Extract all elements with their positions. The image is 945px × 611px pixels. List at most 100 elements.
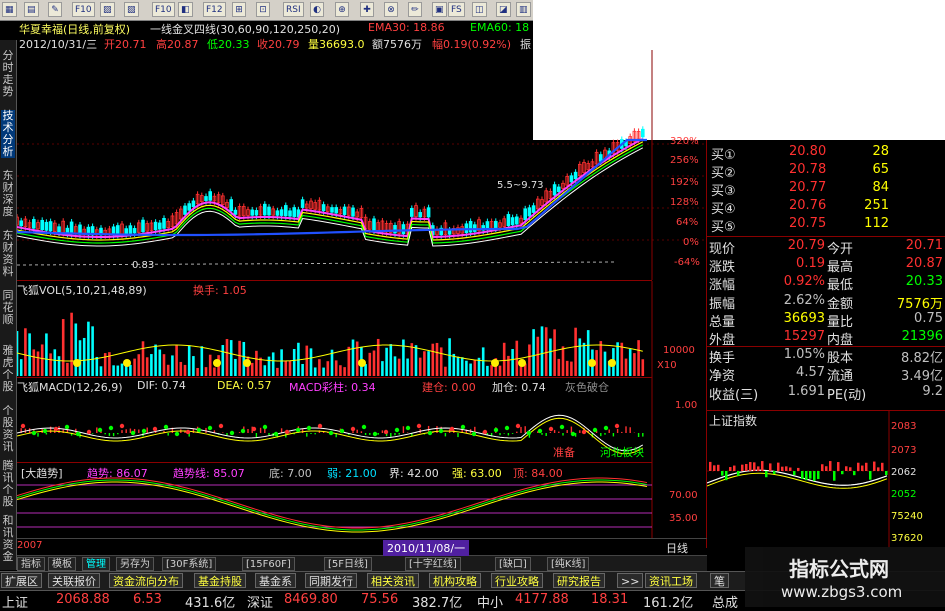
index-bar: [781, 466, 784, 471]
bid-row[interactable]: 买⑤ 20.75 112: [707, 216, 945, 235]
tab-5f-daily[interactable]: [5F日线]: [324, 557, 372, 571]
volume-bar: [74, 323, 78, 376]
menu-related-news[interactable]: 相关资讯: [367, 573, 419, 588]
menu-pen[interactable]: 笔: [710, 573, 729, 588]
volume-bar: [150, 354, 153, 376]
toolbar-button-2[interactable]: ▤: [24, 2, 39, 17]
side-tab-hexun[interactable]: 和讯资金: [1, 515, 15, 563]
menu-more[interactable]: >>: [617, 573, 644, 588]
candle-body: [124, 228, 129, 235]
menu-research[interactable]: 研究报告: [553, 573, 605, 588]
tab-cross-line[interactable]: [十字红线]: [405, 557, 461, 571]
toolbar-button-6[interactable]: ▧: [124, 2, 139, 17]
volume-bar: [549, 338, 552, 376]
candle-body: [116, 225, 120, 235]
watermark-title: 指标公式网: [789, 557, 889, 581]
candle-body: [342, 206, 347, 215]
volume-bar: [603, 351, 607, 376]
tab-gap[interactable]: [缺口]: [495, 557, 531, 571]
macd-dot: [108, 425, 114, 431]
index-mini-panel[interactable]: 上证指数 2083 2073 2062 2052 75240 37620: [706, 410, 945, 548]
menu-fund-holdings[interactable]: 基金持股: [194, 573, 246, 588]
toolbar-button-22[interactable]: ▥: [516, 2, 531, 17]
tab-template[interactable]: 模板: [48, 557, 76, 571]
toolbar-button-1[interactable]: ▦: [2, 2, 17, 17]
toolbar-rsi-button[interactable]: RSI: [283, 2, 304, 17]
index-bar: [789, 467, 792, 471]
volume-bar: [179, 361, 183, 376]
toolbar-button-3[interactable]: ✎: [48, 2, 62, 17]
toolbar-button-21[interactable]: ◪: [496, 2, 511, 17]
candle-body: [557, 186, 561, 193]
menu-industry[interactable]: 行业攻略: [491, 573, 543, 588]
toolbar-f12-button[interactable]: F12: [203, 2, 226, 17]
toolbar-pen-icon[interactable]: ✏: [408, 2, 422, 17]
quote-value-1: 4.57: [796, 365, 825, 381]
side-tab-profile[interactable]: 东财资料: [1, 230, 15, 278]
trend-line: [17, 477, 648, 529]
volume-bar: [465, 360, 468, 376]
tab-15f60f[interactable]: [15F60F]: [242, 557, 295, 571]
menu-extension[interactable]: 扩展区: [1, 573, 42, 588]
tab-manage[interactable]: 管理: [82, 557, 110, 571]
macd-dot: [251, 426, 257, 432]
volume-bar: [414, 345, 418, 376]
toolbar-button-11[interactable]: ⊡: [256, 2, 270, 17]
candle-body: [641, 128, 645, 138]
toolbar-f10-button[interactable]: F10: [72, 2, 95, 17]
tab-pure-k[interactable]: [纯K线]: [547, 557, 590, 571]
mini-axis-4: 75240: [891, 511, 923, 522]
toolbar-button-15[interactable]: ✚: [360, 2, 374, 17]
side-tab-technical[interactable]: 技术分析: [1, 110, 15, 158]
candle-body: [44, 221, 49, 231]
period-label[interactable]: 日线: [666, 540, 688, 556]
watermark-url: www.zbgs3.com: [781, 583, 903, 601]
trend-panel[interactable]: [大趋势] 趋势: 86.07 趋势线: 85.07 底: 7.00 弱: 21…: [17, 462, 653, 539]
macd-dot: [229, 430, 235, 436]
menu-related-quotes[interactable]: 关联报价: [48, 573, 100, 588]
volume-bar: [561, 346, 565, 376]
bid-row[interactable]: 买④ 20.76 251: [707, 198, 945, 217]
toolbar-f10-button-2[interactable]: F10: [152, 2, 175, 17]
bid-row[interactable]: 买① 20.80 28: [707, 144, 945, 163]
price-chart[interactable]: 0.83 5.5~9.73: [17, 50, 707, 280]
menu-info-factory[interactable]: 资讯工场: [645, 573, 697, 588]
volume-bar: [36, 351, 40, 376]
toolbar-fs-button[interactable]: FS: [448, 2, 465, 17]
tab-indicator[interactable]: 指标: [17, 557, 45, 571]
mini-axis-3: 2052: [891, 489, 917, 500]
candle-body: [233, 209, 238, 215]
volume-bar: [120, 363, 124, 376]
macd-panel[interactable]: 飞狐MACD(12,26,9) DIF: 0.74 DEA: 0.57 MACD…: [17, 377, 653, 463]
menu-fund-flow[interactable]: 资金流向分布: [109, 573, 183, 588]
volume-panel[interactable]: 飞狐VOL(5,10,21,48,89) 换手: 1.05: [17, 280, 653, 378]
tab-save-as[interactable]: 另存为: [116, 557, 154, 571]
side-tab-intraday[interactable]: 分时走势: [1, 50, 15, 98]
menu-fund-family[interactable]: 基金系: [255, 573, 296, 588]
side-tab-tencent[interactable]: 腾讯个股: [1, 460, 15, 508]
volume-bar: [431, 343, 435, 376]
candle-body: [262, 203, 267, 216]
side-tab-news[interactable]: 个股资讯: [1, 405, 15, 453]
quote-row: 换手 1.05% 股本 8.82亿: [707, 347, 945, 366]
bid-price: 20.77: [789, 180, 827, 195]
menu-institution[interactable]: 机构攻略: [429, 573, 481, 588]
candle-body: [229, 199, 234, 212]
macd-dot: [482, 429, 488, 435]
bid-row[interactable]: 买② 20.78 65: [707, 162, 945, 181]
toolbar-button-10[interactable]: ⊞: [232, 2, 246, 17]
volume-bar: [221, 345, 225, 376]
toolbar-button-18[interactable]: ▣: [432, 2, 447, 17]
side-tab-ths[interactable]: 同花顺: [1, 290, 15, 326]
toolbar-button-20[interactable]: ◫: [472, 2, 487, 17]
menu-same-period[interactable]: 同期发行: [305, 573, 357, 588]
side-tab-depth[interactable]: 东财深度: [1, 170, 15, 218]
toolbar-button-16[interactable]: ⊗: [384, 2, 398, 17]
toolbar-button-14[interactable]: ⊕: [335, 2, 349, 17]
toolbar-button-5[interactable]: ▨: [100, 2, 115, 17]
side-tab-yahoo[interactable]: 雅虎个股: [1, 345, 15, 393]
bid-row[interactable]: 买③ 20.77 84: [707, 180, 945, 199]
toolbar-button-13[interactable]: ◐: [310, 2, 324, 17]
toolbar-button-8[interactable]: ◧: [178, 2, 193, 17]
tab-30f-system[interactable]: [30F系统]: [162, 557, 217, 571]
